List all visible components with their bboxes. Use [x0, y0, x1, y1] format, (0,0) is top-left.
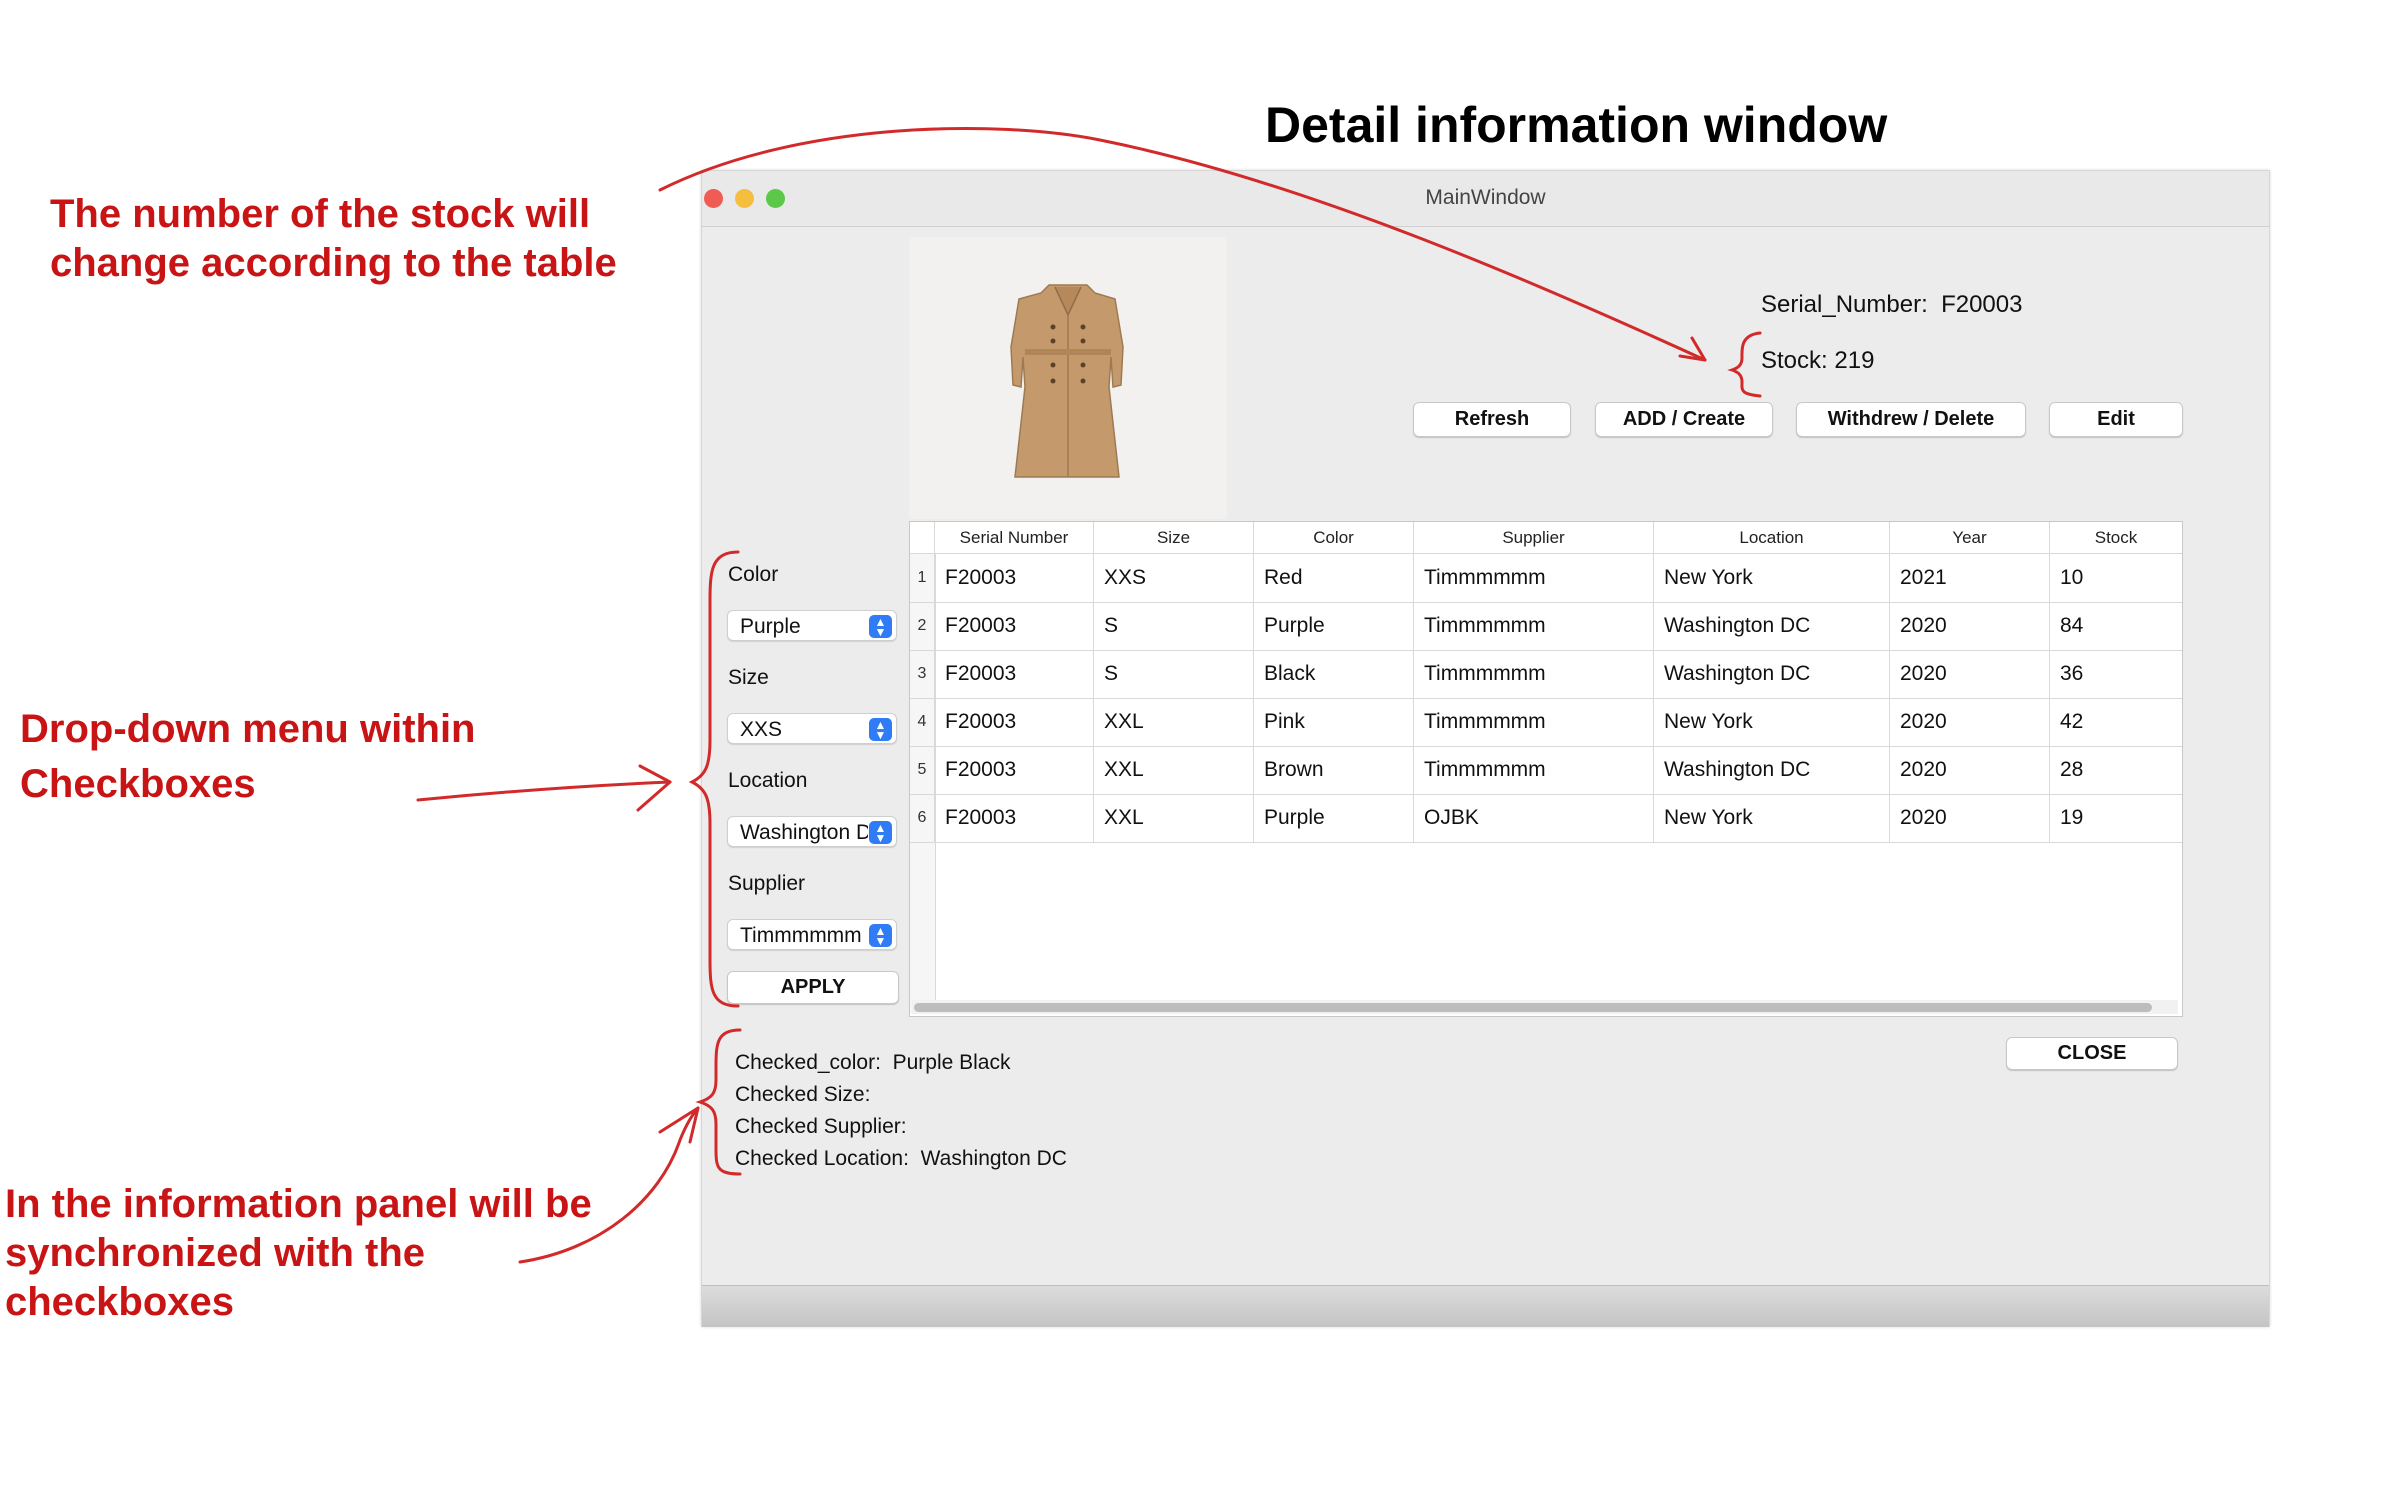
stock-arrow-icon [658, 127, 1707, 362]
info-arrow-icon [518, 1106, 700, 1264]
dropdown-arrow-icon [416, 780, 672, 802]
stock-brace-icon [1727, 331, 1762, 398]
info-arrowhead-icon [658, 1106, 700, 1144]
status-brace-icon [695, 1028, 742, 1176]
dropdown-arrowhead-icon [636, 764, 672, 812]
annotation-overlay [416, 127, 1762, 1264]
filters-brace-icon [688, 550, 740, 1008]
